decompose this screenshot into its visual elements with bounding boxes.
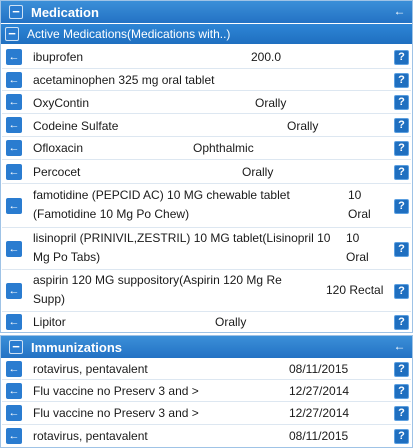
- medication-title: Medication: [31, 4, 99, 20]
- medication-name: Codeine Sulfate: [33, 119, 119, 133]
- medication-row: ← Ofloxacin Ophthalmic ?: [2, 137, 411, 160]
- medication-panel: − Medication ← − Active Medications(Medi…: [0, 0, 413, 333]
- medication-row: ← OxyContin Orally ?: [2, 91, 411, 114]
- medication-name-continued: Supp): [33, 292, 66, 306]
- select-arrow-icon[interactable]: ←: [6, 428, 22, 444]
- medication-route: Oral: [346, 250, 369, 264]
- medication-name: famotidine (PEPCID AC) 10 MG chewable ta…: [33, 188, 290, 202]
- help-icon[interactable]: ?: [394, 73, 409, 88]
- medication-route: Orally: [242, 165, 274, 179]
- medication-name: aspirin 120 MG suppository(Aspirin 120 M…: [33, 273, 282, 287]
- help-icon[interactable]: ?: [394, 95, 409, 110]
- help-icon[interactable]: ?: [394, 406, 409, 421]
- help-icon[interactable]: ?: [394, 165, 409, 180]
- medication-row: ← ibuprofen 200.0 ?: [2, 45, 411, 69]
- back-icon[interactable]: ←: [393, 340, 406, 353]
- medication-dose-route: 120 Rectal: [326, 283, 384, 297]
- medication-row: ← Percocet Orally ?: [2, 160, 411, 184]
- select-arrow-icon[interactable]: ←: [6, 283, 22, 299]
- medication-name: ibuprofen: [33, 50, 84, 64]
- help-icon[interactable]: ?: [394, 284, 409, 299]
- medication-name: Ofloxacin: [33, 141, 84, 155]
- help-icon[interactable]: ?: [394, 429, 409, 444]
- select-arrow-icon[interactable]: ←: [6, 405, 22, 421]
- immunization-row: ← rotavirus, pentavalent 08/11/2015 ?: [2, 358, 411, 380]
- immunization-row: ← rotavirus, pentavalent 08/11/2015 ?: [2, 425, 411, 447]
- select-arrow-icon[interactable]: ←: [6, 314, 22, 330]
- select-arrow-icon[interactable]: ←: [6, 117, 22, 133]
- immunizations-header[interactable]: − Immunizations ←: [1, 336, 412, 358]
- medication-route: Orally: [287, 119, 319, 133]
- immunizations-title: Immunizations: [31, 339, 123, 355]
- immunization-date: 12/27/2014: [289, 384, 350, 398]
- immunization-name: Flu vaccine no Preserv 3 and >: [33, 406, 199, 420]
- select-arrow-icon[interactable]: ←: [6, 164, 22, 180]
- medication-row: ← aspirin 120 MG suppository(Aspirin 120…: [2, 270, 411, 312]
- help-icon[interactable]: ?: [394, 199, 409, 214]
- medication-name: acetaminophen 325 mg oral tablet: [33, 73, 215, 87]
- help-icon[interactable]: ?: [394, 118, 409, 133]
- help-icon[interactable]: ?: [394, 141, 409, 156]
- medication-route: Orally: [255, 96, 287, 110]
- medication-row: ← acetaminophen 325 mg oral tablet ?: [2, 69, 411, 91]
- help-icon[interactable]: ?: [394, 315, 409, 330]
- select-arrow-icon[interactable]: ←: [6, 72, 22, 88]
- select-arrow-icon[interactable]: ←: [6, 361, 22, 377]
- collapse-active-medications-icon[interactable]: −: [5, 27, 19, 41]
- immunization-name: Flu vaccine no Preserv 3 and >: [33, 384, 199, 398]
- active-medications-title: Active Medications(Medications with..): [27, 27, 231, 41]
- immunization-date: 08/11/2015: [289, 362, 349, 376]
- help-icon[interactable]: ?: [394, 384, 409, 399]
- medication-header[interactable]: − Medication ←: [1, 1, 412, 23]
- help-icon[interactable]: ?: [394, 362, 409, 377]
- medication-route: Orally: [215, 315, 247, 329]
- medication-route: Oral: [348, 207, 371, 221]
- immunization-name: rotavirus, pentavalent: [33, 429, 148, 443]
- select-arrow-icon[interactable]: ←: [6, 49, 22, 65]
- medication-name: lisinopril (PRINIVIL,ZESTRIL) 10 MG tabl…: [33, 231, 331, 245]
- medication-row: ← lisinopril (PRINIVIL,ZESTRIL) 10 MG ta…: [2, 228, 411, 270]
- medication-dose: 10: [346, 231, 360, 245]
- select-arrow-icon[interactable]: ←: [6, 140, 22, 156]
- back-icon[interactable]: ←: [393, 5, 406, 18]
- immunization-row: ← Flu vaccine no Preserv 3 and > 12/27/2…: [2, 380, 411, 402]
- immunization-row: ← Flu vaccine no Preserv 3 and > 12/27/2…: [2, 402, 411, 425]
- medication-row: ← Lipitor Orally ?: [2, 312, 411, 332]
- immunizations-panel: − Immunizations ← ← rotavirus, pentavale…: [0, 335, 413, 448]
- select-arrow-icon[interactable]: ←: [6, 383, 22, 399]
- help-icon[interactable]: ?: [394, 50, 409, 65]
- medication-route: Ophthalmic: [193, 141, 254, 155]
- help-icon[interactable]: ?: [394, 242, 409, 257]
- medication-name: Percocet: [33, 165, 81, 179]
- medication-name: OxyContin: [33, 96, 90, 110]
- immunization-name: rotavirus, pentavalent: [33, 362, 148, 376]
- medication-dose: 200.0: [251, 50, 282, 64]
- active-medications-subheader[interactable]: − Active Medications(Medications with..): [1, 24, 412, 44]
- collapse-medication-icon[interactable]: −: [9, 5, 23, 19]
- medication-row: ← famotidine (PEPCID AC) 10 MG chewable …: [2, 184, 411, 228]
- collapse-immunizations-icon[interactable]: −: [9, 340, 23, 354]
- immunization-date: 12/27/2014: [289, 406, 350, 420]
- medication-row: ← Codeine Sulfate Orally ?: [2, 114, 411, 137]
- select-arrow-icon[interactable]: ←: [6, 198, 22, 214]
- medication-name-continued: Mg Po Tabs): [33, 250, 101, 264]
- medication-name-continued: (Famotidine 10 Mg Po Chew): [33, 207, 190, 221]
- select-arrow-icon[interactable]: ←: [6, 241, 22, 257]
- medication-dose: 10: [348, 188, 362, 202]
- select-arrow-icon[interactable]: ←: [6, 94, 22, 110]
- medication-name: Lipitor: [33, 315, 66, 329]
- immunization-date: 08/11/2015: [289, 429, 349, 443]
